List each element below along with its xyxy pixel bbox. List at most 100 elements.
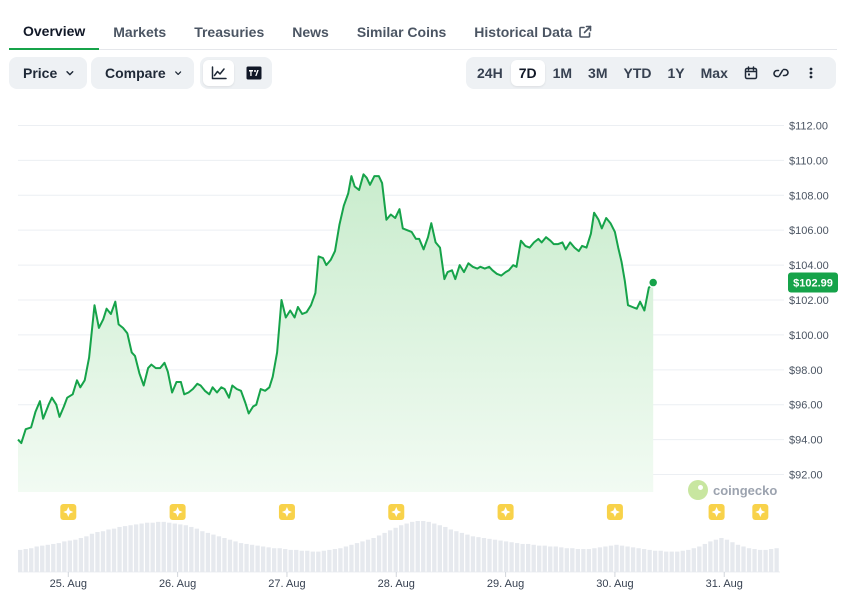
range-24h-label: 24H <box>477 65 503 81</box>
volume-bars <box>18 521 779 572</box>
price-chart[interactable]: $92.00 $94.00 $96.00 $98.00 $100.00 $102.00 $1… <box>0 100 858 600</box>
event-marker-icon[interactable] <box>497 504 514 520</box>
tab-markets[interactable]: Markets <box>99 14 180 50</box>
chevron-down-icon <box>174 71 181 76</box>
volume-bar <box>299 550 304 572</box>
volume-bar <box>641 549 647 572</box>
volume-bar <box>514 543 520 572</box>
volume-bar <box>735 544 741 572</box>
volume-bar <box>708 541 713 572</box>
volume-bar <box>592 548 597 572</box>
event-marker-icon[interactable] <box>169 504 186 520</box>
volume-bar <box>327 549 332 572</box>
volume-bar <box>56 543 61 572</box>
range-1y-button[interactable]: 1Y <box>660 60 693 86</box>
volume-bar <box>393 527 398 572</box>
line-chart-button[interactable] <box>203 60 234 86</box>
volume-bar <box>437 525 442 572</box>
x-tick-label: 26. Aug <box>159 578 196 590</box>
price-area-fill <box>18 174 654 493</box>
volume-bar <box>122 526 128 572</box>
range-max-button[interactable]: Max <box>693 60 736 86</box>
range-3m-label: 3M <box>588 65 608 81</box>
volume-bar <box>332 549 338 572</box>
tradingview-button[interactable] <box>238 60 269 86</box>
volume-bar <box>260 546 266 572</box>
volume-bar <box>255 545 260 572</box>
volume-bar <box>526 543 531 572</box>
volume-bar <box>675 551 680 572</box>
event-marker-icon[interactable] <box>60 504 77 520</box>
volume-bar <box>227 539 233 572</box>
volume-bar <box>133 524 139 572</box>
range-7d-button[interactable]: 7D <box>510 60 545 86</box>
volume-bar <box>603 546 608 572</box>
volume-bar <box>288 549 293 572</box>
x-tick-label: 27. Aug <box>268 578 305 590</box>
volume-bar <box>371 538 376 572</box>
event-marker-icon[interactable] <box>278 504 295 520</box>
tab-news[interactable]: News <box>278 14 343 50</box>
calendar-button[interactable] <box>736 60 766 86</box>
price-dropdown[interactable]: Price <box>9 57 87 89</box>
volume-bar <box>106 529 111 572</box>
volume-bar <box>757 549 763 572</box>
volume-bar <box>321 550 327 572</box>
tab-similar-coins[interactable]: Similar Coins <box>343 14 460 50</box>
tab-similar-coins-label: Similar Coins <box>356 24 447 40</box>
volume-bar <box>382 532 387 572</box>
volume-bar <box>548 546 553 572</box>
x-tick-label: 30. Aug <box>596 578 633 590</box>
volume-bar <box>194 528 200 572</box>
volume-bar <box>78 538 84 572</box>
volume-bar <box>376 535 382 572</box>
volume-bar <box>465 534 470 572</box>
tab-overview[interactable]: Overview <box>9 14 100 50</box>
tab-markets-label: Markets <box>113 24 167 40</box>
volume-bar <box>294 549 299 572</box>
volume-bar <box>222 538 227 572</box>
range-1m-button[interactable]: 1M <box>545 60 580 86</box>
event-marker-icon[interactable] <box>606 504 623 520</box>
compare-dropdown-label: Compare <box>105 65 166 81</box>
tradingview-icon <box>246 66 261 80</box>
compare-dropdown[interactable]: Compare <box>91 57 194 89</box>
volume-bar <box>233 541 238 572</box>
volume-bar <box>205 532 211 572</box>
volume-bar <box>581 549 586 572</box>
event-marker-icon[interactable] <box>388 504 405 520</box>
volume-bar <box>51 543 56 572</box>
volume-bar <box>272 548 277 572</box>
volume-bar <box>139 523 144 572</box>
range-3m-button[interactable]: 3M <box>580 60 615 86</box>
volume-bar <box>481 538 487 572</box>
volume-bar <box>691 548 696 572</box>
link-icon <box>773 68 789 78</box>
more-options-button[interactable] <box>796 60 826 86</box>
share-link-button[interactable] <box>766 60 796 86</box>
volume-bar <box>619 545 625 572</box>
tab-historical-data[interactable]: Historical Data <box>460 14 606 50</box>
volume-bar <box>128 525 133 572</box>
y-tick-label: $110.00 <box>789 155 828 167</box>
tab-treasuries[interactable]: Treasuries <box>180 14 278 50</box>
range-ytd-button[interactable]: YTD <box>616 60 660 86</box>
tab-bar: Overview Markets Treasuries News Similar… <box>9 14 837 50</box>
volume-bar <box>178 524 183 572</box>
volume-bar <box>492 539 498 572</box>
event-marker-icon[interactable] <box>708 504 725 520</box>
volume-bar <box>476 537 481 572</box>
volume-bar <box>470 536 476 572</box>
volume-bar <box>630 547 636 572</box>
volume-bar <box>354 543 360 572</box>
last-price-label: $102.99 <box>793 278 833 290</box>
volume-bar <box>509 542 514 572</box>
volume-bar <box>730 542 735 572</box>
volume-bar <box>537 545 542 572</box>
volume-bar <box>559 547 564 572</box>
volume-bar <box>669 551 674 572</box>
x-axis: 25. Aug 26. Aug 27. Aug 28. Aug 29. Aug 30. A… <box>50 572 743 590</box>
volume-bar <box>277 548 282 572</box>
range-24h-button[interactable]: 24H <box>469 60 511 86</box>
event-marker-icon[interactable] <box>752 504 769 520</box>
